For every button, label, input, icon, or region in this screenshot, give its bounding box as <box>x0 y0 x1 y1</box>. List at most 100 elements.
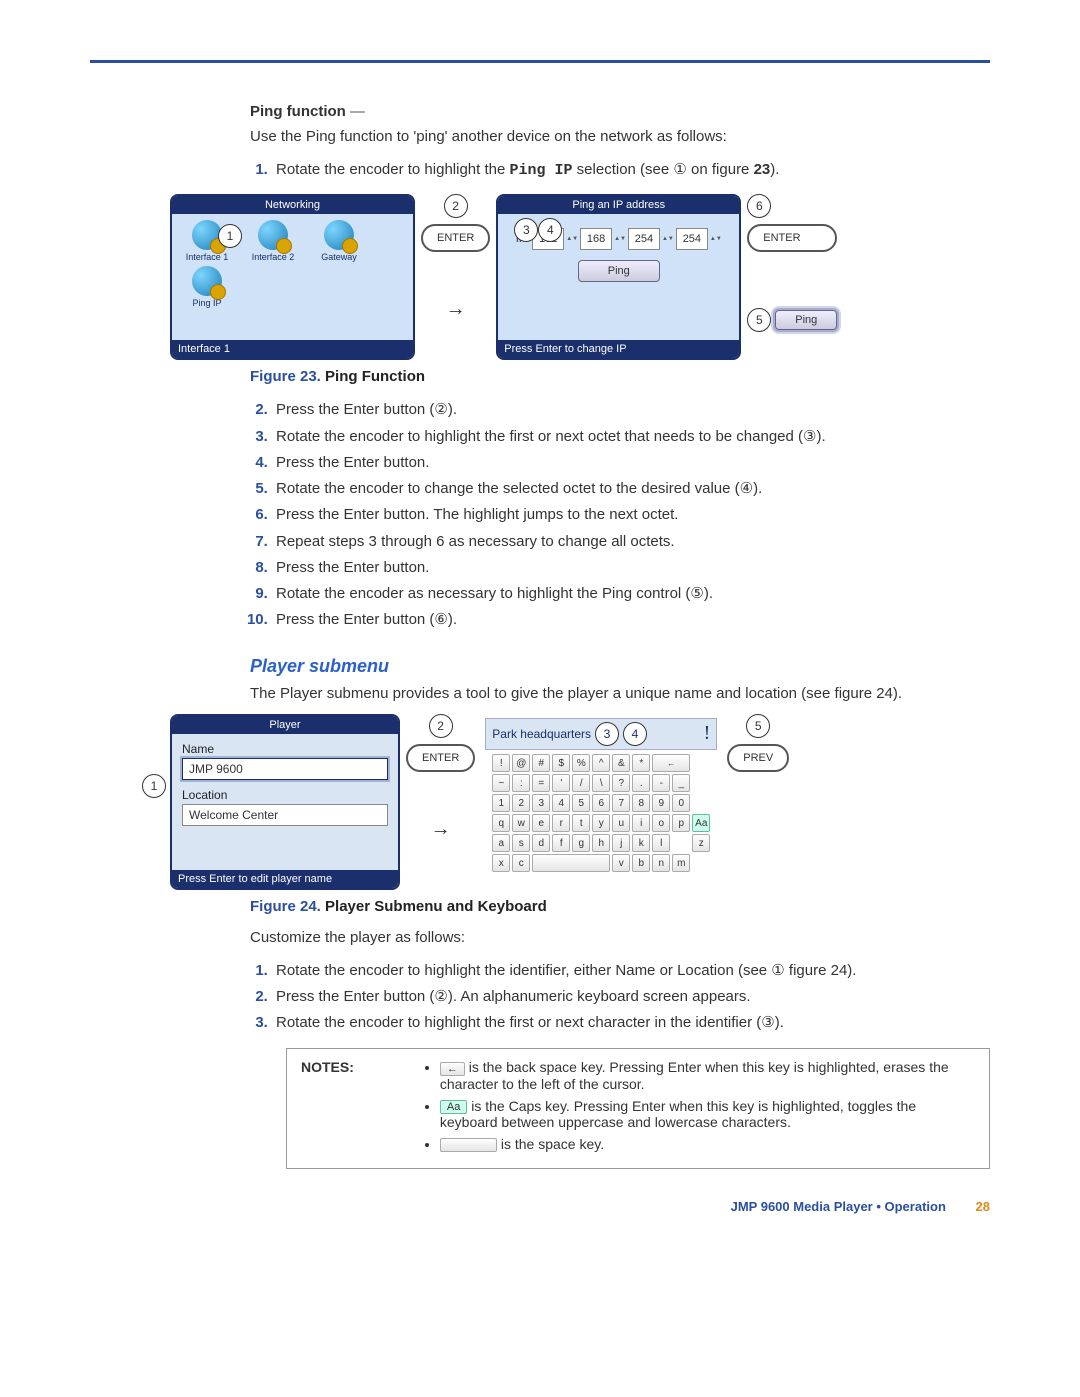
ip-oct-3: 254 <box>628 228 660 250</box>
ip-oct-2: 168 <box>580 228 612 250</box>
figure-23: Networking Interface 1 Interface 2 Gatew… <box>170 194 990 360</box>
step-1-code: Ping IP <box>510 162 573 179</box>
note-1: ← is the back space key. Pressing Enter … <box>440 1059 975 1091</box>
name-input: JMP 9600 <box>182 758 388 780</box>
key: w <box>512 814 530 832</box>
figure-23-mid: 2 ENTER → <box>421 194 490 321</box>
footer-text: JMP 9600 Media Player • Operation <box>731 1199 946 1214</box>
fig23-num: Figure 23. <box>250 368 325 385</box>
figure-24-caption: Figure 24. Player Submenu and Keyboard <box>250 896 990 917</box>
step-5: Rotate the encoder to change the selecte… <box>272 476 990 502</box>
ping-steps-part2: Press the Enter button (②). Rotate the e… <box>272 397 990 633</box>
customize-step-2: Press the Enter button (②). An alphanume… <box>272 984 990 1010</box>
step-1-end: on figure <box>687 161 754 178</box>
enter-button-diagram-2: ENTER <box>747 224 837 252</box>
key: n <box>652 854 670 872</box>
key: 0 <box>672 794 690 812</box>
key: @ <box>512 754 530 772</box>
key: * <box>632 754 650 772</box>
location-label: Location <box>182 788 388 802</box>
player-annot-4: 4 <box>623 722 647 746</box>
enter-button-diagram-3: ENTER <box>406 744 475 772</box>
player-screen: Player Name JMP 9600 Location Welcome Ce… <box>170 714 400 890</box>
key: 2 <box>512 794 530 812</box>
player-submenu-heading: Player submenu <box>250 656 990 677</box>
gateway-icon: Gateway <box>310 220 368 262</box>
enter-button-diagram-1: ENTER <box>421 224 490 252</box>
fig24-num: Figure 24. <box>250 898 325 915</box>
backspace-key: ← <box>652 754 690 772</box>
key: p <box>672 814 690 832</box>
space-key <box>532 854 610 872</box>
annot-6: 6 <box>747 194 771 218</box>
player-annot-1: 1 <box>142 774 166 798</box>
key: z <box>692 834 710 852</box>
title-dash: — <box>346 103 365 120</box>
caps-key: Aa <box>692 814 710 832</box>
ping-steps-part1: Rotate the encoder to highlight the Ping… <box>272 157 990 184</box>
note-3-text: is the space key. <box>497 1136 604 1152</box>
interface-2-label: Interface 2 <box>252 252 295 262</box>
interface-2-icon: Interface 2 <box>244 220 302 262</box>
networking-header: Networking <box>172 196 413 214</box>
key: k <box>632 834 650 852</box>
step-1-fig: 23 <box>754 161 771 178</box>
ping-highlight-sample: 5 Ping <box>747 308 837 332</box>
ping-intro: Use the Ping function to 'ping' another … <box>250 126 990 147</box>
player-annot-5: 5 <box>746 714 770 738</box>
player-annot-2: 2 <box>429 714 453 738</box>
key: l <box>652 834 670 852</box>
step-4: Press the Enter button. <box>272 450 990 476</box>
page-footer: JMP 9600 Media Player • Operation 28 <box>250 1199 990 1214</box>
ping-ip-screen: Ping an IP address 34 IP 192▲▼ 168▲▼ 254… <box>496 194 741 360</box>
step-8: Press the Enter button. <box>272 555 990 581</box>
player-annot-3: 3 <box>595 722 619 746</box>
key: j <box>612 834 630 852</box>
key: - <box>652 774 670 792</box>
key: a <box>492 834 510 852</box>
note-2-text: is the Caps key. Pressing Enter when thi… <box>440 1098 916 1130</box>
key: # <box>532 754 550 772</box>
step-1-post: selection (see <box>573 161 674 178</box>
step-7: Repeat steps 3 through 6 as necessary to… <box>272 529 990 555</box>
annot-5: 5 <box>747 308 771 332</box>
figure-24: 1 Player Name JMP 9600 Location Welcome … <box>170 714 990 890</box>
key: e <box>532 814 550 832</box>
step-1-pre: Rotate the encoder to highlight the <box>276 161 510 178</box>
key: t <box>572 814 590 832</box>
key: & <box>612 754 630 772</box>
key: o <box>652 814 670 832</box>
fig24-text: Player Submenu and Keyboard <box>325 898 547 915</box>
notes-label: NOTES: <box>301 1059 354 1158</box>
player-intro: The Player submenu provides a tool to gi… <box>250 683 990 704</box>
key: v <box>612 854 630 872</box>
key: f <box>552 834 570 852</box>
step-9: Rotate the encoder as necessary to highl… <box>272 581 990 607</box>
figure-23-right: 6 ENTER 5 Ping <box>747 194 837 332</box>
keyboard-entered-text: Park headquarters <box>492 727 591 741</box>
annot-4: 4 <box>538 218 562 242</box>
key: 5 <box>572 794 590 812</box>
ping-button-screen: Ping <box>578 260 660 282</box>
ping-header: Ping an IP address <box>498 196 739 214</box>
key: q <box>492 814 510 832</box>
ping-footer: Press Enter to change IP <box>498 340 739 358</box>
key: \ <box>592 774 610 792</box>
key: i <box>632 814 650 832</box>
step-6: Press the Enter button. The highlight ju… <box>272 502 990 528</box>
key: d <box>532 834 550 852</box>
key: s <box>512 834 530 852</box>
key: r <box>552 814 570 832</box>
step-1-ref: ① <box>673 161 686 178</box>
key: = <box>532 774 550 792</box>
step-2: Press the Enter button (②). <box>272 397 990 423</box>
key: 1 <box>492 794 510 812</box>
ip-oct-4: 254 <box>676 228 708 250</box>
key: g <box>572 834 590 852</box>
networking-screen: Networking Interface 1 Interface 2 Gatew… <box>170 194 415 360</box>
key: $ <box>552 754 570 772</box>
customize-intro: Customize the player as follows: <box>250 927 990 948</box>
name-label: Name <box>182 742 388 756</box>
key: u <box>612 814 630 832</box>
figure-24-right: 5 PREV <box>727 714 789 772</box>
